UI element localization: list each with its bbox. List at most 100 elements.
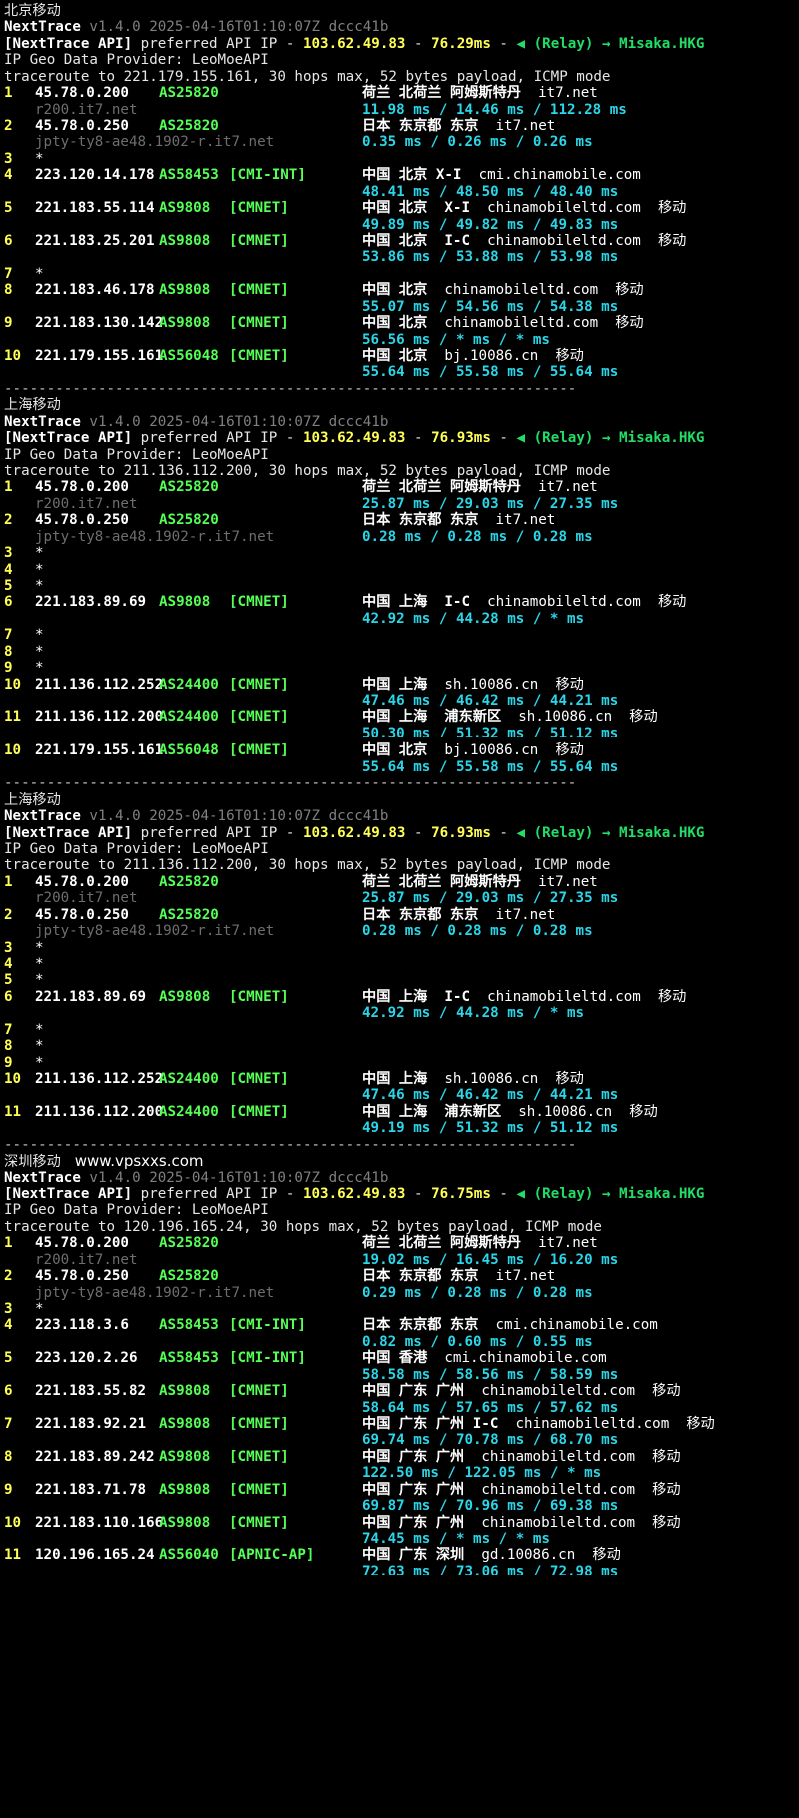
api-label: [NextTrace API] — [4, 824, 133, 841]
relay-arrow-icon: ◀ — [516, 35, 534, 52]
app-name: NextTrace — [4, 19, 81, 36]
hop-domain: chinamobileltd.com — [481, 1481, 636, 1498]
hop-domain: chinamobileltd.com — [444, 282, 599, 299]
api-latency: 76.93ms — [431, 824, 491, 841]
hop-location: 中国 广东 广州 — [362, 1481, 465, 1498]
hop-domain: it7.net — [495, 1268, 556, 1285]
hop-location: 中国 北京 — [362, 348, 428, 365]
hop-domain: chinamobileltd.com — [481, 1383, 636, 1400]
api-label: [NextTrace API] — [4, 35, 133, 52]
hop-rtt: 50.30 ms / 51.32 ms / 51.12 ms — [362, 725, 619, 737]
api-text: preferred API IP - — [140, 430, 295, 447]
hop-location: 日本 东京都 东京 — [362, 1268, 479, 1285]
hop-domain: chinamobileltd.com — [515, 1415, 670, 1432]
hop-isp: 移动 — [555, 348, 584, 365]
hop-location: 中国 北京 — [362, 282, 428, 299]
hop-domain: sh.10086.cn — [444, 1070, 539, 1087]
hop-isp: 移动 — [615, 315, 644, 332]
hop-domain: it7.net — [538, 85, 598, 102]
hop-isp: 移动 — [555, 1070, 584, 1087]
api-ip: 103.62.49.83 — [302, 824, 406, 841]
hop-location: 中国 上海 I-C — [362, 594, 470, 611]
hop-domain: it7.net — [538, 1235, 598, 1252]
hop-isp: 移动 — [686, 1415, 715, 1432]
separator-dashes: ----------------------------------------… — [4, 1136, 577, 1153]
hop-domain: gd.10086.cn — [481, 1547, 576, 1564]
hop-location: 中国 上海 — [362, 676, 428, 693]
api-ip: 103.62.49.83 — [302, 430, 406, 447]
api-latency: 76.93ms — [431, 430, 491, 447]
hop-domain: cmi.chinamobile.com — [495, 1317, 658, 1334]
api-text: preferred API IP - — [140, 1185, 295, 1202]
app-name: NextTrace — [4, 413, 81, 430]
app-name: NextTrace — [4, 1169, 81, 1186]
hop-location: 中国 北京 — [362, 742, 428, 759]
hop-domain: chinamobileltd.com — [487, 200, 641, 217]
hop-isp: 移动 — [615, 282, 644, 299]
hop-location: 中国 香港 — [362, 1350, 428, 1367]
hop-isp: 移动 — [652, 1514, 681, 1531]
traceroute-text: traceroute to 211.136.112.200, 30 hops m… — [4, 463, 611, 480]
hop-domain: chinamobileltd.com — [481, 1448, 636, 1465]
hop-domain: it7.net — [495, 512, 556, 529]
hop-rtt: 72.63 ms / 73.06 ms / 72.98 ms — [362, 1563, 619, 1575]
hop-domain: chinamobileltd.com — [487, 594, 641, 611]
hop-location: 中国 上海 I-C — [362, 988, 470, 1005]
api-ip: 103.62.49.83 — [302, 1185, 406, 1202]
hop-location: 中国 上海 — [362, 1070, 428, 1087]
hop-domain: it7.net — [495, 118, 556, 134]
api-label: [NextTrace API] — [4, 1185, 133, 1202]
hop-isp: 移动 — [629, 1103, 658, 1120]
section-title-text: 北京移动 — [4, 3, 61, 19]
hop-domain: it7.net — [495, 906, 556, 923]
api-relay: (Relay) → Misaka.HKG — [533, 824, 705, 841]
hop-domain: sh.10086.cn — [518, 709, 613, 726]
hop-location: 中国 广东 广州 — [362, 1383, 465, 1400]
traceroute-text: traceroute to 211.136.112.200, 30 hops m… — [4, 857, 611, 874]
version-text: v1.4.0 2025-04-16T01:10:07Z dccc41b — [89, 1169, 389, 1186]
hop-isp: 移动 — [629, 709, 658, 726]
hop-location: 中国 广东 广州 I-C — [362, 1415, 499, 1432]
hop-location: 荷兰 北荷兰 阿姆斯特丹 — [362, 1235, 521, 1252]
hop-isp: 移动 — [592, 1547, 621, 1564]
version-text: v1.4.0 2025-04-16T01:10:07Z dccc41b — [89, 19, 389, 36]
geo-provider-text: IP Geo Data Provider: LeoMoeAPI — [4, 1202, 269, 1219]
version-text: v1.4.0 2025-04-16T01:10:07Z dccc41b — [89, 413, 389, 430]
hop-domain: chinamobileltd.com — [487, 988, 641, 1005]
hop-location: 中国 广东 广州 — [362, 1448, 465, 1465]
api-label: [NextTrace API] — [4, 430, 133, 447]
hop-location: 中国 上海 浦东新区 — [362, 709, 502, 726]
api-latency: 76.29ms — [431, 35, 491, 52]
hop-detail-row: 72.63 ms / 73.06 ms / 72.98 ms — [4, 1563, 799, 1582]
api-relay: (Relay) → Misaka.HKG — [533, 1185, 705, 1202]
hop-domain: it7.net — [538, 479, 598, 496]
api-relay: (Relay) → Misaka.HKG — [533, 430, 705, 447]
relay-arrow-icon: ◀ — [516, 430, 534, 447]
hop-location: 日本 东京都 东京 — [362, 1317, 479, 1334]
traceroute-text: traceroute to 120.196.165.24, 30 hops ma… — [4, 1218, 602, 1235]
hop-domain: cmi.chinamobile.com — [444, 1350, 607, 1367]
geo-provider-text: IP Geo Data Provider: LeoMoeAPI — [4, 52, 269, 69]
hop-location: 日本 东京都 东京 — [362, 906, 479, 923]
api-ip: 103.62.49.83 — [302, 35, 406, 52]
hop-isp: 移动 — [657, 200, 687, 217]
hop-location: 荷兰 北荷兰 阿姆斯特丹 — [362, 873, 521, 890]
hop-domain: cmi.chinamobile.com — [478, 167, 641, 184]
hop-isp: 移动 — [652, 1383, 681, 1400]
hop-isp: 移动 — [657, 233, 687, 250]
section-title-text: 上海移动 — [4, 397, 61, 414]
hop-isp: 移动 — [652, 1481, 681, 1498]
hop-isp: 移动 — [657, 594, 687, 611]
api-relay: (Relay) → Misaka.HKG — [533, 35, 705, 52]
separator-line: ----------------------------------------… — [4, 774, 576, 793]
hop-isp: 移动 — [657, 988, 687, 1005]
separator-line: ----------------------------------------… — [4, 380, 576, 399]
hop-location: 中国 北京 I-C — [362, 233, 470, 250]
api-text: preferred API IP - — [140, 824, 295, 841]
hop-isp: 移动 — [555, 742, 584, 759]
watermark-site-label: www.vpsxxs.com — [74, 1152, 204, 1171]
hop-domain: bj.10086.cn — [444, 742, 539, 759]
geo-provider-text: IP Geo Data Provider: LeoMoeAPI — [4, 446, 269, 463]
hop-location: 荷兰 北荷兰 阿姆斯特丹 — [362, 85, 521, 102]
hop-location: 中国 广东 广州 — [362, 1514, 465, 1531]
